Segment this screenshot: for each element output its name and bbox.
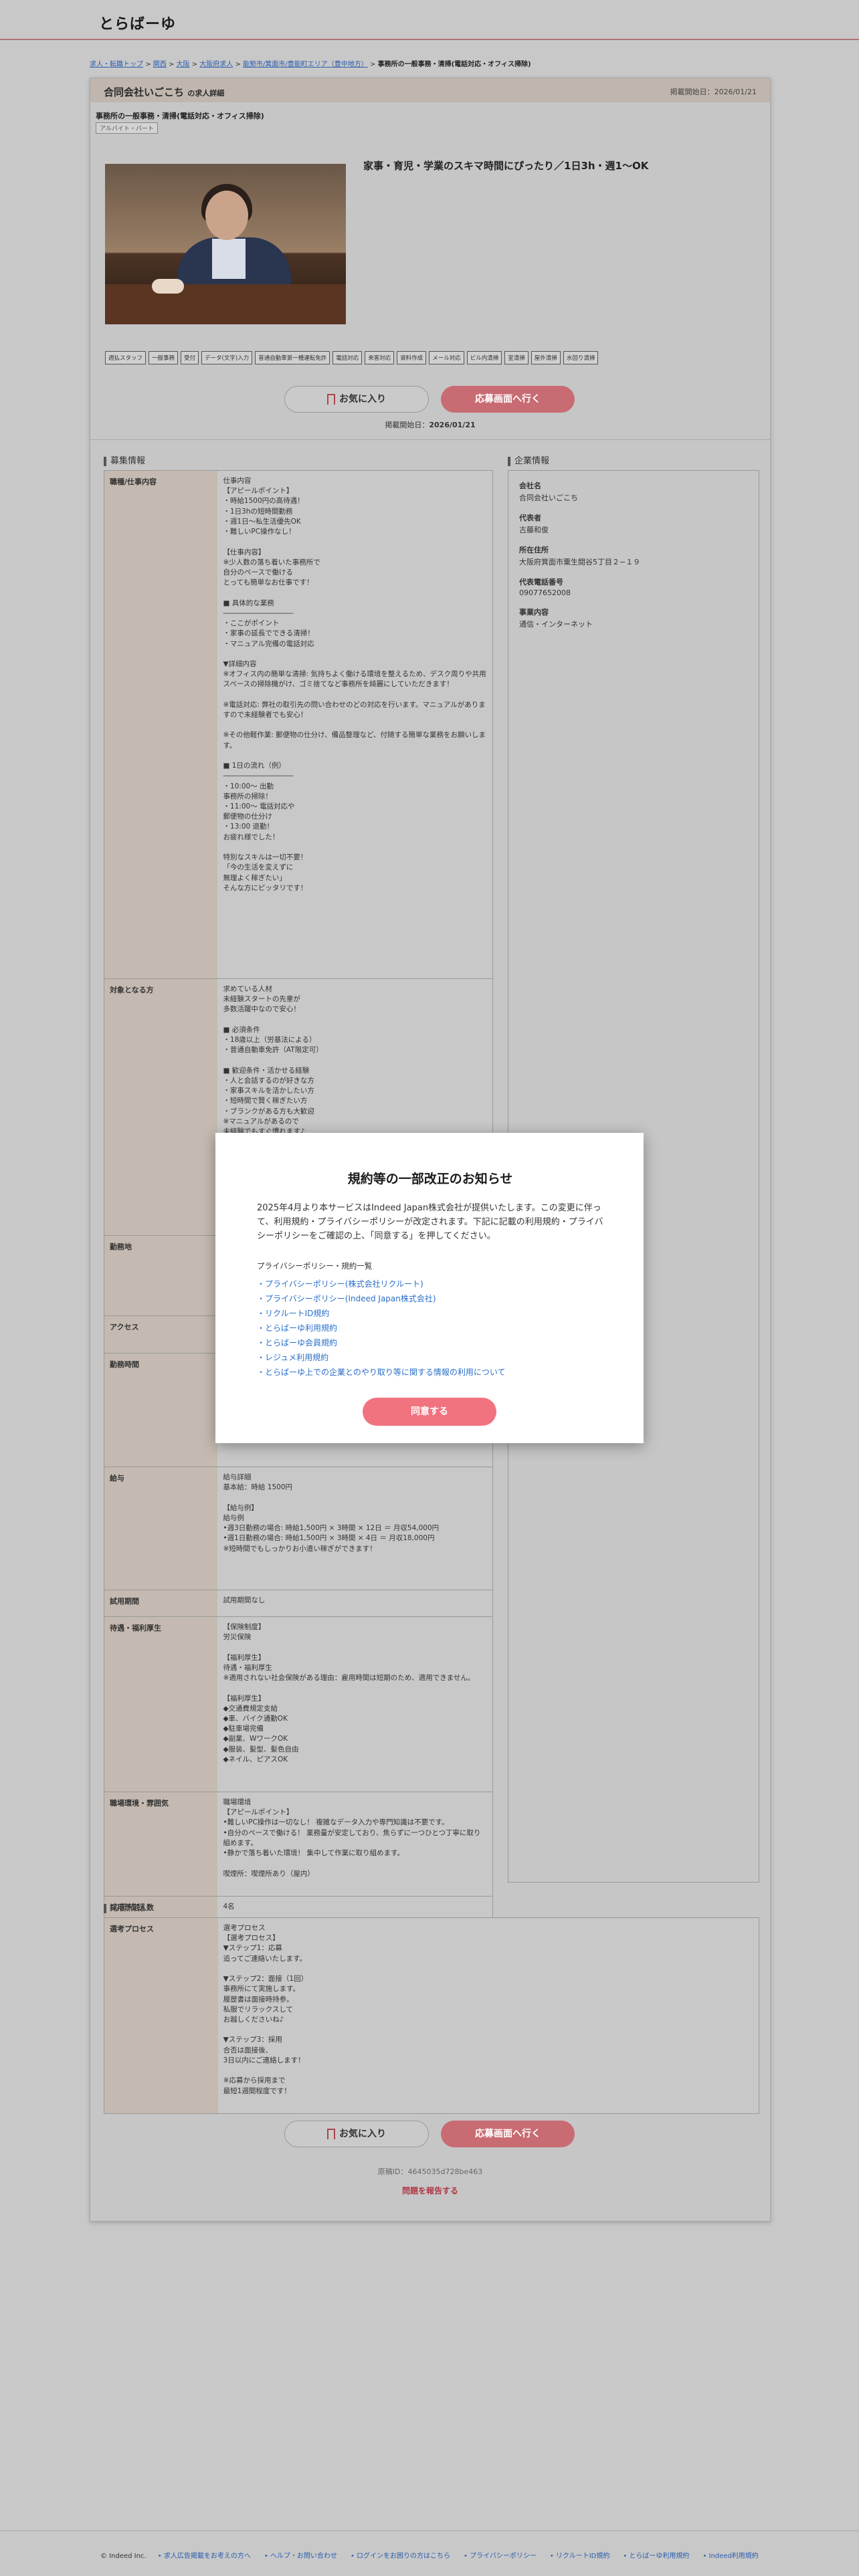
modal-list-title: プライバシーポリシー・規約一覧 — [257, 1261, 373, 1271]
modal-policy-link[interactable]: ・とらばーゆ利用規約 — [257, 1321, 603, 1335]
modal-policy-link[interactable]: ・レジュメ利用規約 — [257, 1350, 603, 1365]
modal-policy-link[interactable]: ・とらばーゆ上での企業とのやり取り等に関する情報の利用について — [257, 1365, 603, 1380]
agree-button[interactable]: 同意する — [363, 1398, 496, 1426]
modal-title: 規約等の一部改正のお知らせ — [347, 1172, 513, 1186]
modal-overlay: 規約等の一部改正のお知らせ 2025年4月より本サービスはIndeed Japa… — [0, 0, 859, 2576]
modal-policy-link[interactable]: ・プライバシーポリシー(株式会社リクルート) — [257, 1277, 603, 1291]
modal-links: ・プライバシーポリシー(株式会社リクルート) ・プライバシーポリシー(Indeed… — [257, 1277, 603, 1380]
terms-modal: 規約等の一部改正のお知らせ 2025年4月より本サービスはIndeed Japa… — [215, 1133, 644, 1443]
modal-policy-link[interactable]: ・リクルートID規約 — [257, 1306, 603, 1321]
modal-policy-link[interactable]: ・とらばーゆ会員規約 — [257, 1335, 603, 1350]
modal-policy-link[interactable]: ・プライバシーポリシー(Indeed Japan株式会社) — [257, 1291, 603, 1306]
modal-body: 2025年4月より本サービスはIndeed Japan株式会社が提供いたします。… — [257, 1203, 603, 1241]
